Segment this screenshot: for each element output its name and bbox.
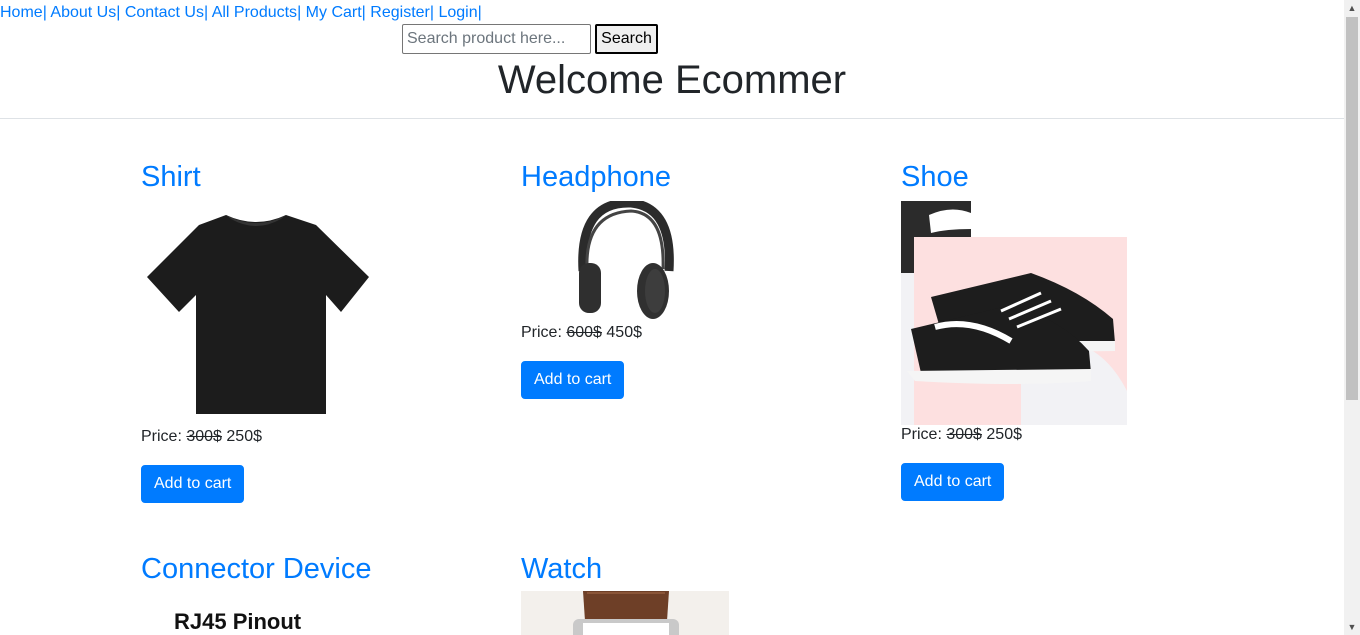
new-price: 250$	[226, 428, 262, 445]
nav-separator-end: |	[477, 4, 482, 21]
shoe-image	[901, 201, 1127, 425]
search-input[interactable]	[402, 24, 591, 54]
top-nav: Home| About Us| Contact Us| All Products…	[0, 3, 482, 23]
new-price: 450$	[606, 324, 642, 341]
product-card-headphone: Headphone Price: 600$ 450$ Add to cart	[521, 159, 861, 399]
tshirt-image	[141, 207, 371, 427]
nav-all-products-link[interactable]: All Products	[212, 4, 297, 21]
product-title[interactable]: Connector Device	[141, 551, 481, 587]
nav-separator: |	[297, 4, 306, 21]
nav-about-link[interactable]: About Us	[50, 4, 116, 21]
page-title: Welcome Ecommer	[497, 58, 847, 102]
header-divider	[0, 118, 1344, 119]
product-title[interactable]: Watch	[521, 551, 861, 587]
scrollbar-thumb[interactable]	[1346, 17, 1358, 400]
nav-separator: |	[116, 4, 125, 21]
add-to-cart-button[interactable]: Add to cart	[901, 463, 1005, 501]
page-scrollbar[interactable]: ▲ ▼	[1344, 0, 1360, 635]
nav-separator: |	[361, 4, 371, 21]
price-row: Price: 600$ 450$	[521, 323, 861, 343]
product-title[interactable]: Shoe	[901, 159, 1241, 195]
product-title[interactable]: Shirt	[141, 159, 481, 195]
search-bar: Search	[402, 24, 658, 54]
old-price: 600$	[566, 324, 602, 341]
new-price: 250$	[986, 426, 1022, 443]
product-card-shirt: Shirt Price: 300$ 250$ Add to cart	[141, 159, 481, 503]
old-price: 300$	[946, 426, 982, 443]
watch-image	[521, 591, 729, 635]
nav-register-link[interactable]: Register	[370, 4, 430, 21]
nav-separator: |	[203, 4, 212, 21]
rj45-image-text: RJ45 Pinout	[174, 609, 302, 634]
headphone-image	[521, 198, 681, 323]
price-label: Price:	[521, 324, 562, 341]
product-card-watch: Watch	[521, 551, 861, 635]
nav-contact-link[interactable]: Contact Us	[125, 4, 204, 21]
rj45-image: RJ45 Pinout	[141, 597, 371, 635]
search-button[interactable]: Search	[595, 24, 658, 54]
add-to-cart-button[interactable]: Add to cart	[141, 465, 245, 503]
product-card-connector: Connector Device RJ45 Pinout	[141, 551, 481, 635]
scroll-down-icon[interactable]: ▼	[1344, 619, 1360, 635]
scroll-up-icon[interactable]: ▲	[1344, 0, 1360, 16]
product-card-shoe: Shoe Price: 300$ 250$ Add to cart	[901, 159, 1241, 501]
price-label: Price:	[141, 428, 182, 445]
old-price: 300$	[186, 428, 222, 445]
price-row: Price: 300$ 250$	[141, 427, 481, 447]
nav-login-link[interactable]: Login	[438, 4, 477, 21]
price-row: Price: 300$ 250$	[901, 425, 1241, 445]
nav-home-link[interactable]: Home	[0, 4, 43, 21]
product-title[interactable]: Headphone	[521, 159, 861, 195]
price-label: Price:	[901, 426, 942, 443]
page: Home| About Us| Contact Us| All Products…	[0, 0, 1344, 635]
add-to-cart-button[interactable]: Add to cart	[521, 361, 625, 399]
nav-my-cart-link[interactable]: My Cart	[306, 4, 362, 21]
